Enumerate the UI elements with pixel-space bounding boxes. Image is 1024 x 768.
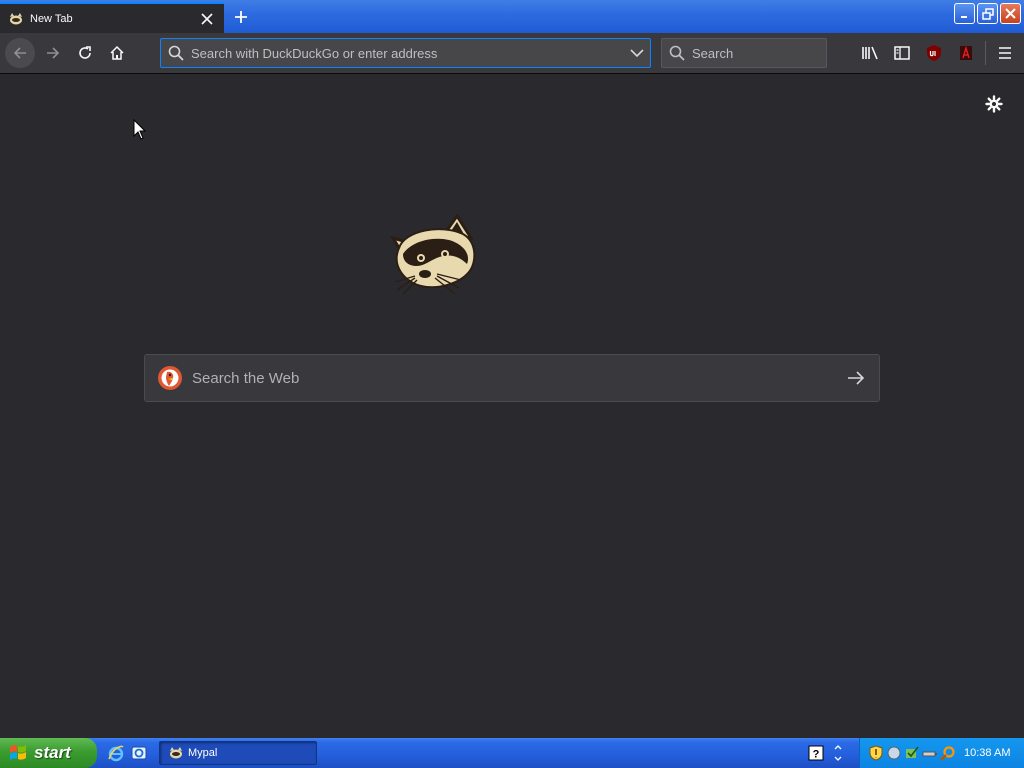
toolbar-separator <box>985 41 986 65</box>
library-button[interactable] <box>858 41 882 65</box>
tray-expand-icon[interactable] <box>833 745 843 761</box>
show-desktop-icon <box>131 746 147 760</box>
windows-taskbar: start Mypal ? 10:38 AM <box>0 738 1024 768</box>
chevron-down-icon <box>630 49 644 58</box>
taskbar-item-mypal[interactable]: Mypal <box>159 741 317 765</box>
windows-flag-icon <box>10 745 26 760</box>
mouse-cursor-icon <box>133 119 147 140</box>
minimize-icon <box>960 15 967 18</box>
mypal-favicon <box>170 747 182 759</box>
ie-icon <box>108 745 124 762</box>
extension-button[interactable] <box>954 41 978 65</box>
security-check-icon[interactable] <box>904 745 920 761</box>
search-icon <box>168 45 184 61</box>
new-tab-page <box>0 74 1024 738</box>
back-button[interactable] <box>5 38 35 68</box>
sidebar-button[interactable] <box>890 41 914 65</box>
page-settings-button[interactable] <box>983 93 1005 115</box>
title-bar: New Tab <box>0 0 1024 33</box>
close-window-button[interactable] <box>1000 3 1021 24</box>
system-tray: 10:38 AM <box>859 738 1024 768</box>
new-tab-button[interactable] <box>228 5 254 29</box>
search-icon <box>669 45 685 61</box>
tab-new-tab[interactable]: New Tab <box>0 2 224 33</box>
search-bar[interactable] <box>661 38 827 68</box>
start-label: start <box>34 743 71 762</box>
plus-icon <box>235 11 247 23</box>
help-icon[interactable]: ? <box>808 745 824 761</box>
raccoon-logo-icon <box>389 214 476 295</box>
gear-icon <box>985 95 1003 113</box>
restore-button[interactable] <box>977 3 998 24</box>
svg-text:?: ? <box>813 749 820 761</box>
taskbar-item-label: Mypal <box>188 747 218 759</box>
arrow-right-icon <box>848 371 865 385</box>
close-tab-button[interactable] <box>196 8 218 30</box>
start-button[interactable]: start <box>0 738 97 768</box>
url-dropdown-button[interactable] <box>624 40 650 66</box>
network-icon[interactable] <box>886 745 902 761</box>
web-search-box[interactable] <box>144 354 880 402</box>
forward-arrow-icon <box>47 47 60 59</box>
web-search-input[interactable] <box>192 369 833 387</box>
url-bar[interactable] <box>160 38 651 68</box>
ublock-button[interactable] <box>922 41 946 65</box>
duckduckgo-icon <box>158 366 182 390</box>
reload-icon <box>79 46 91 59</box>
navigation-toolbar <box>0 33 1024 74</box>
home-icon <box>110 45 124 60</box>
search-tray-icon[interactable] <box>940 745 956 761</box>
sidebar-icon <box>894 46 910 60</box>
quicklaunch-internet-explorer[interactable] <box>107 744 125 762</box>
forward-button[interactable] <box>38 38 68 68</box>
usb-icon[interactable] <box>922 745 938 761</box>
home-button[interactable] <box>102 38 132 68</box>
tab-title: New Tab <box>30 12 73 25</box>
minimize-button[interactable] <box>954 3 975 24</box>
ublock-icon <box>927 45 941 61</box>
search-input[interactable] <box>692 45 826 61</box>
main-menu-button[interactable] <box>993 41 1017 65</box>
extension-icon <box>960 45 972 60</box>
reload-button[interactable] <box>70 38 100 68</box>
close-icon <box>201 12 213 25</box>
search-submit-button[interactable] <box>833 355 879 401</box>
maximize-icon <box>981 7 994 20</box>
clock[interactable]: 10:38 AM <box>964 747 1010 759</box>
close-icon <box>1005 8 1016 19</box>
library-icon <box>862 46 878 60</box>
hamburger-menu-icon <box>999 47 1011 59</box>
mypal-favicon <box>10 12 22 24</box>
quicklaunch-show-desktop[interactable] <box>130 744 148 762</box>
back-arrow-icon <box>13 47 26 59</box>
url-input[interactable] <box>191 45 624 61</box>
shield-icon[interactable] <box>868 745 884 761</box>
